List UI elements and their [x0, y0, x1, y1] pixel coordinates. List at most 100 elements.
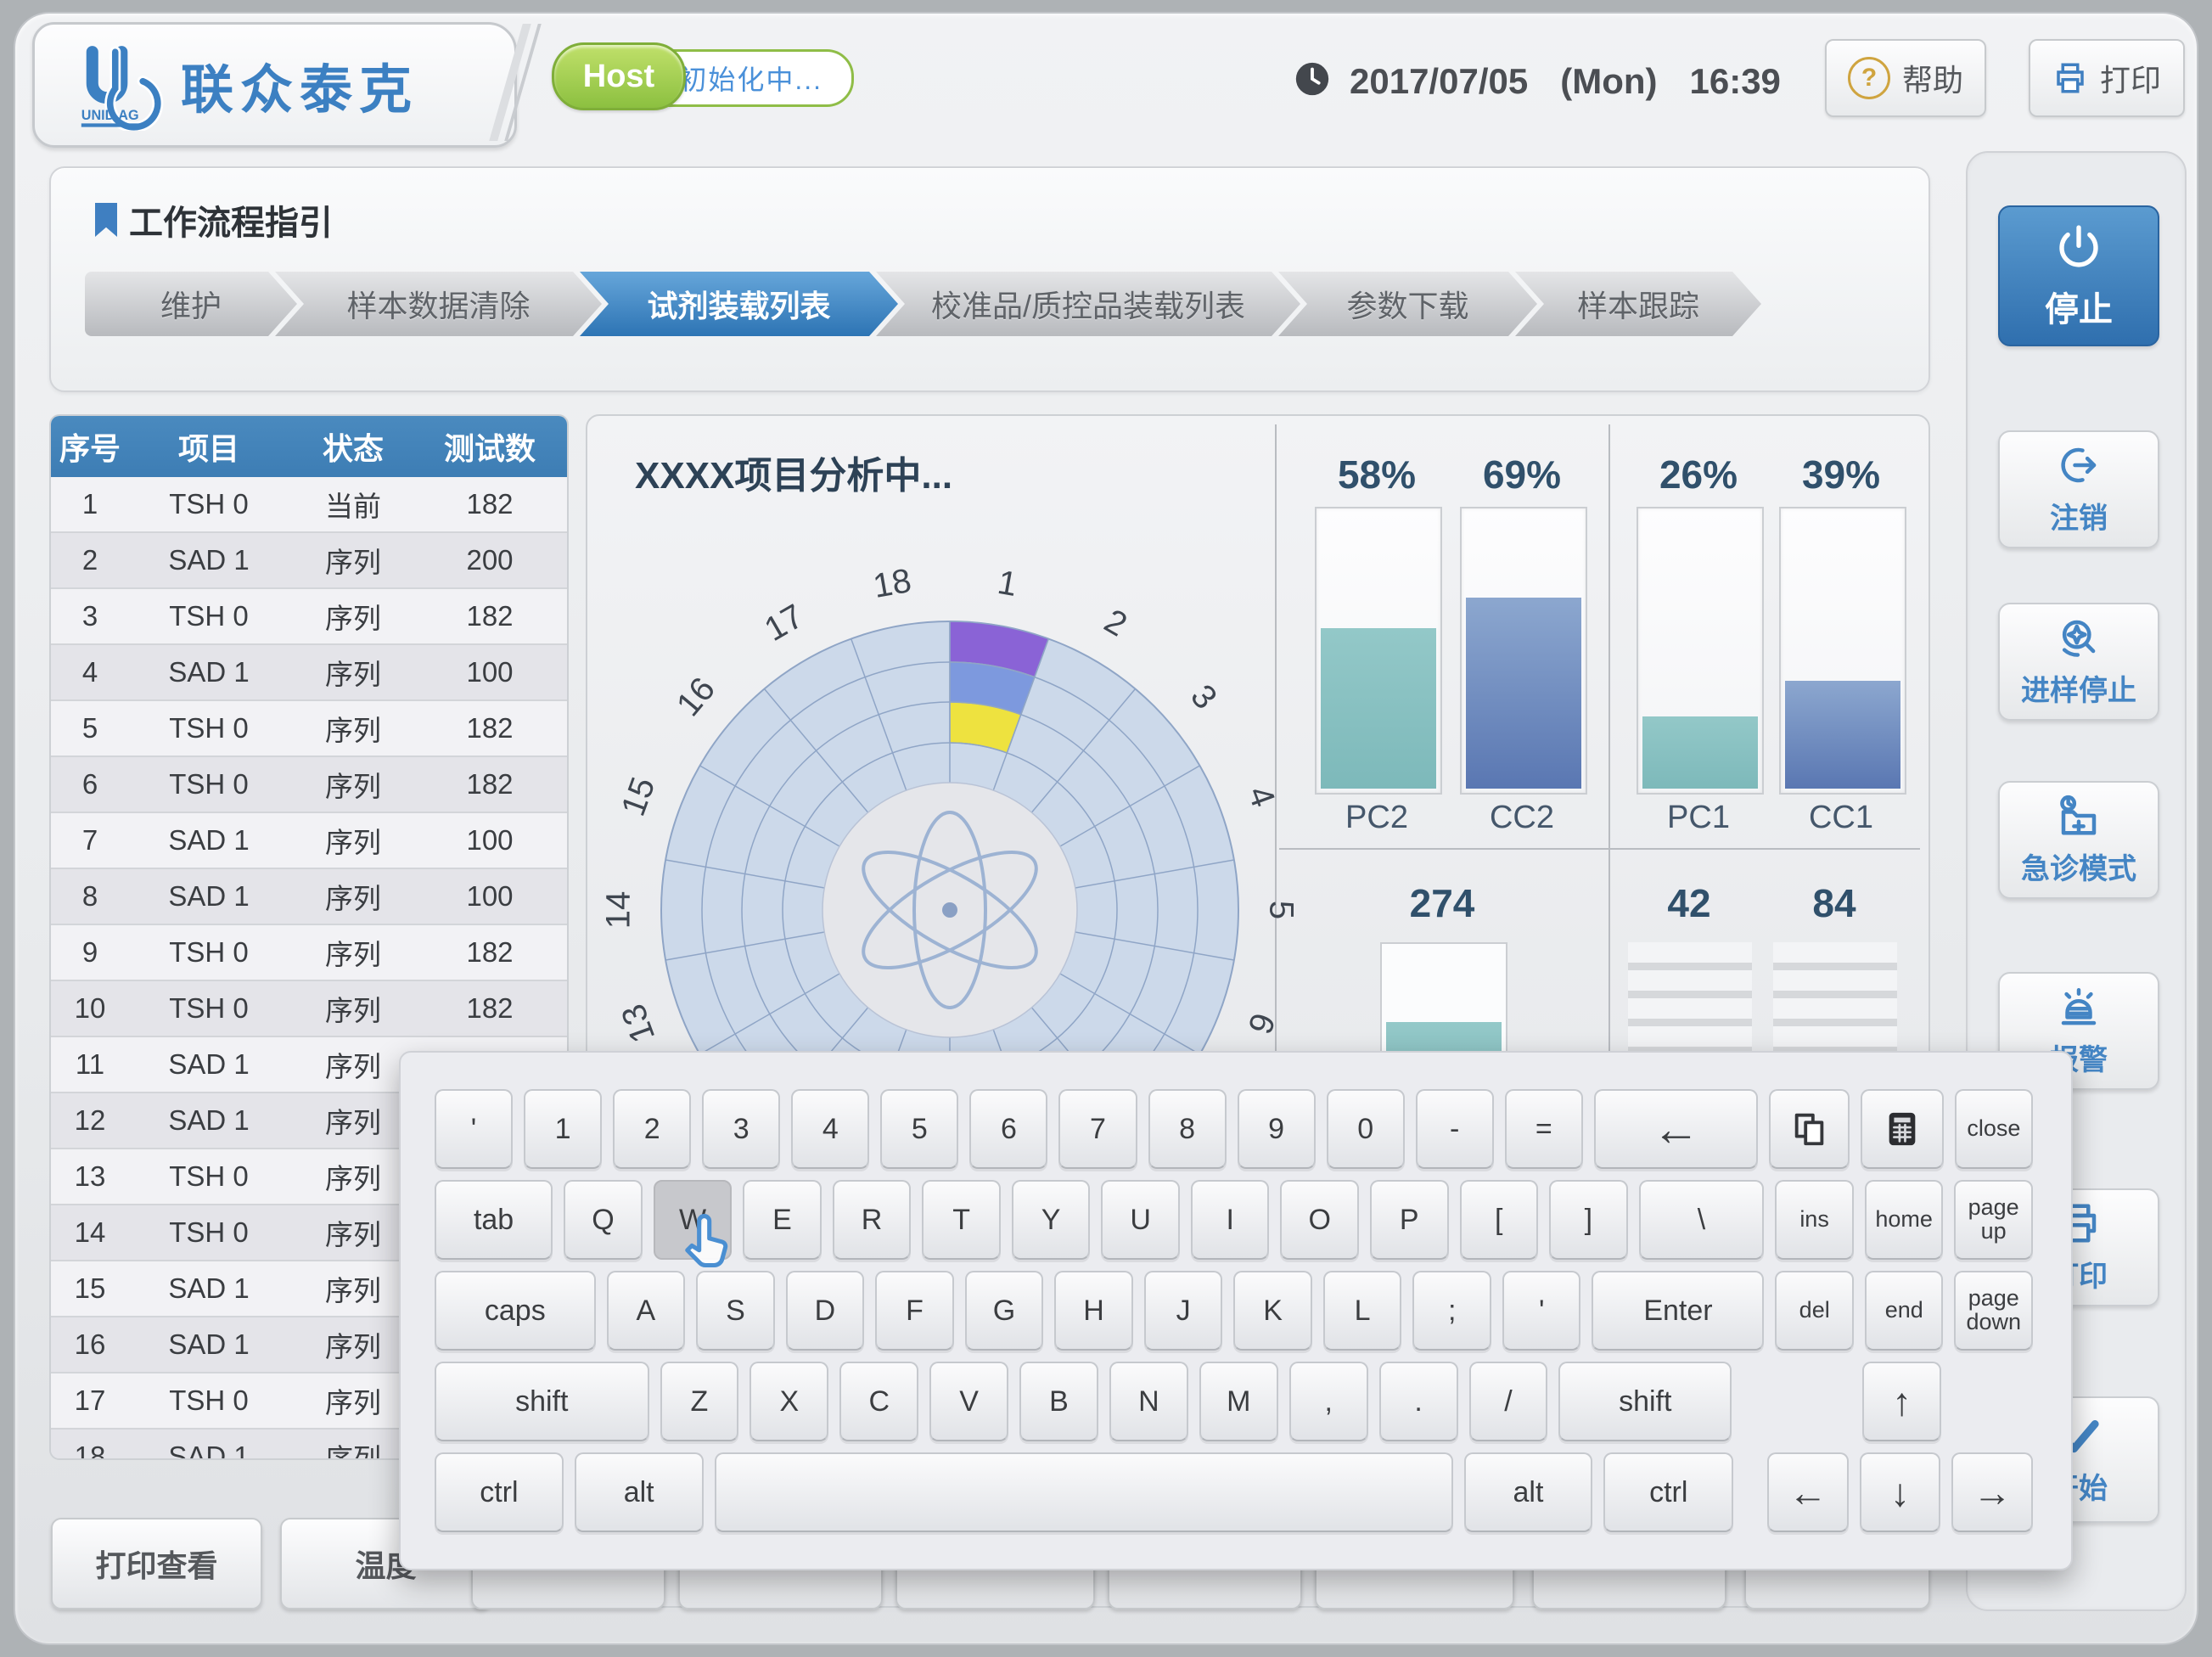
key-arrow-down[interactable]: ↓: [1860, 1452, 1941, 1532]
sidebar-button-power[interactable]: 停止: [1998, 205, 2159, 346]
key-m[interactable]: M: [1199, 1362, 1278, 1441]
table-cell: 182: [418, 600, 562, 632]
key-caps[interactable]: caps: [435, 1271, 596, 1351]
key-u[interactable]: U: [1101, 1180, 1180, 1260]
key-alt[interactable]: alt: [1464, 1452, 1593, 1532]
key-i[interactable]: I: [1191, 1180, 1270, 1260]
key--[interactable]: /: [1469, 1362, 1548, 1441]
sidebar-button-sampler-stop[interactable]: 进样停止: [1998, 603, 2159, 721]
workflow-step[interactable]: 校准品/质控品装载列表: [876, 272, 1300, 336]
key-calculator[interactable]: [1861, 1089, 1944, 1169]
key--[interactable]: ': [435, 1089, 513, 1169]
key-8[interactable]: 8: [1148, 1089, 1227, 1169]
table-row[interactable]: 1TSH 0当前182: [51, 477, 567, 533]
key-del[interactable]: del: [1775, 1271, 1854, 1351]
key-0[interactable]: 0: [1327, 1089, 1405, 1169]
key-6[interactable]: 6: [969, 1089, 1047, 1169]
key-v[interactable]: V: [929, 1362, 1008, 1441]
key--[interactable]: \: [1639, 1180, 1765, 1260]
table-cell: 182: [418, 488, 562, 520]
workflow-step[interactable]: 试剂装载列表: [580, 272, 898, 336]
key--[interactable]: -: [1416, 1089, 1494, 1169]
key-enter[interactable]: Enter: [1592, 1271, 1764, 1351]
key-ins[interactable]: ins: [1775, 1180, 1854, 1260]
key-page-up[interactable]: page up: [1954, 1180, 2033, 1260]
key-l[interactable]: L: [1323, 1271, 1402, 1351]
sidebar-button-logout[interactable]: 注销: [1998, 430, 2159, 548]
key-9[interactable]: 9: [1238, 1089, 1316, 1169]
table-row[interactable]: 5TSH 0序列182: [51, 701, 567, 757]
table-row[interactable]: 7SAD 1序列100: [51, 813, 567, 869]
key--[interactable]: =: [1505, 1089, 1583, 1169]
print-view-button[interactable]: 打印查看: [51, 1518, 262, 1609]
key-1[interactable]: 1: [524, 1089, 602, 1169]
key-x[interactable]: X: [749, 1362, 828, 1441]
key-w[interactable]: W: [654, 1180, 733, 1260]
help-button[interactable]: ? 帮助: [1825, 39, 1986, 117]
key-4[interactable]: 4: [791, 1089, 869, 1169]
key--[interactable]: [: [1460, 1180, 1539, 1260]
key-space[interactable]: [715, 1452, 1453, 1532]
key-ctrl[interactable]: ctrl: [435, 1452, 564, 1532]
key-d[interactable]: D: [786, 1271, 865, 1351]
key-arrow-right[interactable]: →: [1951, 1452, 2033, 1532]
key-n[interactable]: N: [1109, 1362, 1188, 1441]
key--[interactable]: ;: [1412, 1271, 1491, 1351]
gauge-value: 26%: [1635, 452, 1762, 497]
key--[interactable]: .: [1379, 1362, 1458, 1441]
key-7[interactable]: 7: [1058, 1089, 1137, 1169]
print-button[interactable]: 打印: [2029, 39, 2185, 117]
table-cell: 序列: [289, 708, 418, 749]
key--[interactable]: ,: [1289, 1362, 1368, 1441]
key-close[interactable]: close: [1955, 1089, 2033, 1169]
key-f[interactable]: F: [875, 1271, 954, 1351]
table-row[interactable]: 10TSH 0序列182: [51, 981, 567, 1037]
key-arrow-up[interactable]: ↑: [1862, 1362, 1941, 1441]
help-icon: ?: [1848, 57, 1890, 99]
key-backspace[interactable]: ←: [1594, 1089, 1758, 1169]
key-z[interactable]: Z: [660, 1362, 739, 1441]
key-a[interactable]: A: [607, 1271, 686, 1351]
key-r[interactable]: R: [833, 1180, 912, 1260]
key-shift[interactable]: shift: [435, 1362, 649, 1441]
key-t[interactable]: T: [922, 1180, 1001, 1260]
key-p[interactable]: P: [1370, 1180, 1449, 1260]
table-row[interactable]: 9TSH 0序列182: [51, 925, 567, 981]
key-j[interactable]: J: [1144, 1271, 1223, 1351]
key-shift[interactable]: shift: [1558, 1362, 1732, 1441]
key-2[interactable]: 2: [613, 1089, 691, 1169]
key-q[interactable]: Q: [564, 1180, 643, 1260]
key--[interactable]: ]: [1549, 1180, 1628, 1260]
key-3[interactable]: 3: [702, 1089, 780, 1169]
key-ctrl[interactable]: ctrl: [1603, 1452, 1733, 1532]
key-b[interactable]: B: [1019, 1362, 1098, 1441]
key-alt[interactable]: alt: [575, 1452, 704, 1532]
key--[interactable]: ': [1502, 1271, 1581, 1351]
table-row[interactable]: 4SAD 1序列100: [51, 645, 567, 701]
key-o[interactable]: O: [1280, 1180, 1359, 1260]
key-k[interactable]: K: [1233, 1271, 1312, 1351]
key-tab[interactable]: tab: [435, 1180, 553, 1260]
key-h[interactable]: H: [1054, 1271, 1133, 1351]
table-row[interactable]: 8SAD 1序列100: [51, 869, 567, 925]
gauge-value: 69%: [1458, 452, 1586, 497]
key-arrow-left[interactable]: ←: [1767, 1452, 1849, 1532]
key-end[interactable]: end: [1865, 1271, 1944, 1351]
sidebar-button-emergency[interactable]: 急诊模式: [1998, 781, 2159, 899]
key-page-down[interactable]: page down: [1954, 1271, 2033, 1351]
workflow-step[interactable]: 维护: [85, 272, 297, 336]
key-e[interactable]: E: [743, 1180, 822, 1260]
key-s[interactable]: S: [696, 1271, 775, 1351]
workflow-step[interactable]: 样本数据清除: [275, 272, 602, 336]
workflow-step[interactable]: 参数下载: [1278, 272, 1537, 336]
key-home[interactable]: home: [1865, 1180, 1944, 1260]
key-y[interactable]: Y: [1012, 1180, 1091, 1260]
table-row[interactable]: 2SAD 1序列200: [51, 533, 567, 589]
key-c[interactable]: C: [839, 1362, 918, 1441]
table-row[interactable]: 6TSH 0序列182: [51, 757, 567, 813]
workflow-step[interactable]: 样本跟踪: [1515, 272, 1761, 336]
key-g[interactable]: G: [965, 1271, 1044, 1351]
key-5[interactable]: 5: [880, 1089, 958, 1169]
key-windows-switch[interactable]: [1769, 1089, 1850, 1169]
table-row[interactable]: 3TSH 0序列182: [51, 589, 567, 645]
